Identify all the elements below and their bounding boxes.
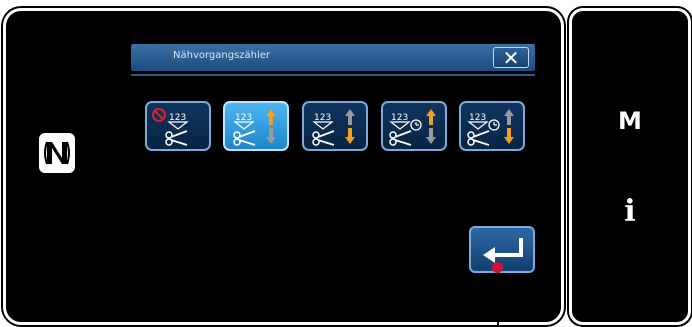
callout-line: [497, 268, 499, 327]
counter-down-icon: 123: [312, 109, 355, 146]
close-icon: ✕: [502, 45, 520, 70]
dialog-header: Nähvorgangszähler ✕: [131, 44, 535, 71]
mode-button-timer-counter-down[interactable]: 123: [459, 101, 525, 151]
info-button[interactable]: i: [572, 194, 688, 229]
dialog-title: Nähvorgangszähler: [173, 50, 271, 61]
mode-button-counter-disabled[interactable]: 123: [145, 101, 211, 151]
counter-up-icon: 123: [233, 109, 276, 146]
timer-down-icon: 123: [467, 109, 514, 146]
mode-button-counter-down[interactable]: 123: [302, 101, 368, 151]
timer-up-icon: 123: [389, 109, 436, 146]
header-divider: [131, 74, 535, 76]
menu-button[interactable]: M: [572, 107, 688, 135]
counter-disabled-icon: 123: [152, 108, 189, 146]
side-menu-panel: M i: [569, 8, 691, 325]
mode-button-counter-up[interactable]: 123: [223, 101, 289, 151]
callout-marker: [492, 262, 503, 273]
mode-button-timer-counter-up[interactable]: 123: [381, 101, 447, 151]
close-button[interactable]: ✕: [493, 47, 529, 68]
nfc-icon: [39, 133, 75, 173]
